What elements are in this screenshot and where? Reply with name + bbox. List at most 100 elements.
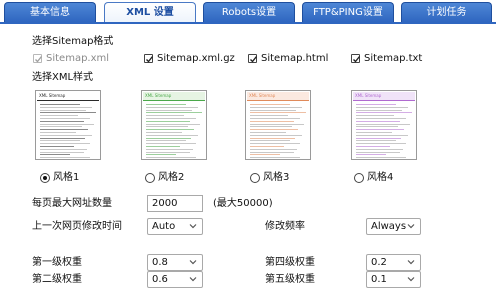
tab-bar: 基本信息 XML 设置 Robots设置 FTP&PING设置 计划任务 (0, 0, 496, 24)
priority-level-5-label: 第五级权重 (265, 274, 315, 285)
preview-header: XML Sitemap (247, 92, 309, 101)
preview-text-line (356, 106, 408, 108)
preview-text-line (356, 137, 401, 139)
preview-text-line (250, 140, 290, 142)
checkbox-sitemap-txt[interactable] (351, 54, 361, 63)
preview-text-line (40, 132, 76, 133)
preview-text-line (40, 134, 92, 136)
preview-text-line (356, 143, 406, 145)
preview-text-line (250, 120, 294, 122)
preview-text-line (40, 106, 92, 108)
chevron-down-icon (407, 224, 415, 229)
preview-text-line (356, 115, 394, 117)
preview-text-line (250, 148, 297, 150)
max-urls-input[interactable]: 2000 (147, 195, 203, 212)
preview-text-line (40, 143, 90, 145)
priority-level-2-select[interactable]: 0.6 (147, 271, 203, 288)
preview-text-line (40, 104, 80, 105)
option-label-sitemap-xml-gz: Sitemap.xml.gz (157, 53, 235, 64)
preview-text-line (356, 118, 406, 119)
last-modified-label: 上一次网页修改时间 (32, 221, 122, 232)
preview-text-line (250, 146, 284, 147)
tab-ftp-ping-settings[interactable]: FTP&PING设置 (302, 2, 394, 22)
preview-text-line (40, 126, 82, 128)
style-3-label: 风格3 (263, 172, 290, 183)
preview-text-line (40, 120, 84, 122)
preview-text-line (146, 148, 193, 150)
preview-text-line (356, 157, 406, 159)
radio-style-2[interactable] (145, 173, 155, 183)
change-frequency-select[interactable]: Always (366, 218, 421, 235)
preview-text-line (250, 112, 306, 114)
preview-text-line (146, 132, 182, 133)
preview-text-line (250, 118, 300, 119)
preview-text-line (146, 104, 186, 105)
preview-text-line (356, 129, 404, 131)
style-2-preview[interactable]: XML Sitemap (141, 90, 207, 160)
chevron-down-icon (189, 224, 197, 229)
tab-robots-settings[interactable]: Robots设置 (203, 2, 295, 22)
option-label-sitemap-xml: Sitemap.xml (46, 53, 110, 64)
preview-header: XML Sitemap (143, 92, 205, 101)
checkbox-sitemap-xml-gz[interactable] (144, 54, 154, 63)
preview-text-line (146, 112, 202, 114)
preview-text-line (40, 123, 94, 125)
tab-scheduled-tasks[interactable]: 计划任务 (401, 2, 492, 22)
preview-text-line (250, 104, 290, 105)
preview-text-line (356, 154, 386, 156)
preview-text-line (356, 112, 412, 114)
preview-text-line (146, 140, 186, 142)
preview-text-line (146, 134, 198, 136)
chevron-down-icon (407, 277, 415, 282)
radio-style-1[interactable] (40, 173, 50, 183)
checkbox-sitemap-xml[interactable] (33, 54, 43, 63)
preview-text-line (146, 115, 184, 117)
chevron-down-icon (189, 260, 197, 265)
priority-level-4-select[interactable]: 0.2 (366, 254, 421, 271)
change-frequency-value: Always (371, 221, 407, 232)
max-urls-hint: (最大50000) (213, 198, 273, 209)
preview-text-line (250, 134, 302, 136)
checkbox-sitemap-html[interactable] (248, 54, 258, 63)
style-3-preview[interactable]: XML Sitemap (245, 90, 311, 160)
priority-level-4-label: 第四级权重 (265, 257, 315, 268)
preview-text-line (40, 118, 90, 119)
last-modified-value: Auto (152, 221, 176, 232)
preview-text-line (250, 143, 300, 145)
preview-text-line (146, 106, 198, 108)
preview-text-line (40, 115, 78, 117)
preview-text-line (146, 126, 188, 128)
priority-level-1-select[interactable]: 0.8 (147, 254, 203, 271)
preview-text-line (40, 129, 88, 131)
style-4-preview[interactable]: XML Sitemap (351, 90, 417, 160)
preview-text-line (250, 109, 296, 111)
preview-text-line (146, 157, 196, 159)
preview-text-line (146, 146, 180, 147)
priority-level-5-select[interactable]: 0.1 (366, 271, 421, 288)
preview-text-line (250, 106, 302, 108)
max-urls-label: 每页最大网址数量 (32, 198, 112, 209)
preview-text-line (146, 137, 191, 139)
preview-text-line (40, 154, 70, 156)
preview-text-line (40, 146, 74, 147)
preview-text-line (356, 126, 398, 128)
radio-style-4[interactable] (354, 173, 364, 183)
style-1-label: 风格1 (53, 172, 80, 183)
style-4-label: 风格4 (367, 172, 394, 183)
last-modified-select[interactable]: Auto (147, 218, 203, 235)
preview-text-line (250, 126, 292, 128)
tab-xml-settings[interactable]: XML 设置 (104, 2, 196, 22)
tab-basic-info[interactable]: 基本信息 (4, 2, 96, 22)
preview-text-line (250, 123, 304, 125)
style-1-preview[interactable]: XML Sitemap (35, 90, 101, 160)
style-2-label: 风格2 (158, 172, 185, 183)
option-label-sitemap-txt: Sitemap.txt (364, 53, 423, 64)
preview-text-line (356, 151, 400, 153)
preview-text-line (250, 137, 295, 139)
priority-level-5-value: 0.1 (371, 274, 387, 285)
preview-text-line (356, 104, 396, 105)
preview-text-line (146, 123, 200, 125)
preview-text-line (40, 151, 84, 153)
radio-style-3[interactable] (250, 173, 260, 183)
chevron-down-icon (189, 277, 197, 282)
